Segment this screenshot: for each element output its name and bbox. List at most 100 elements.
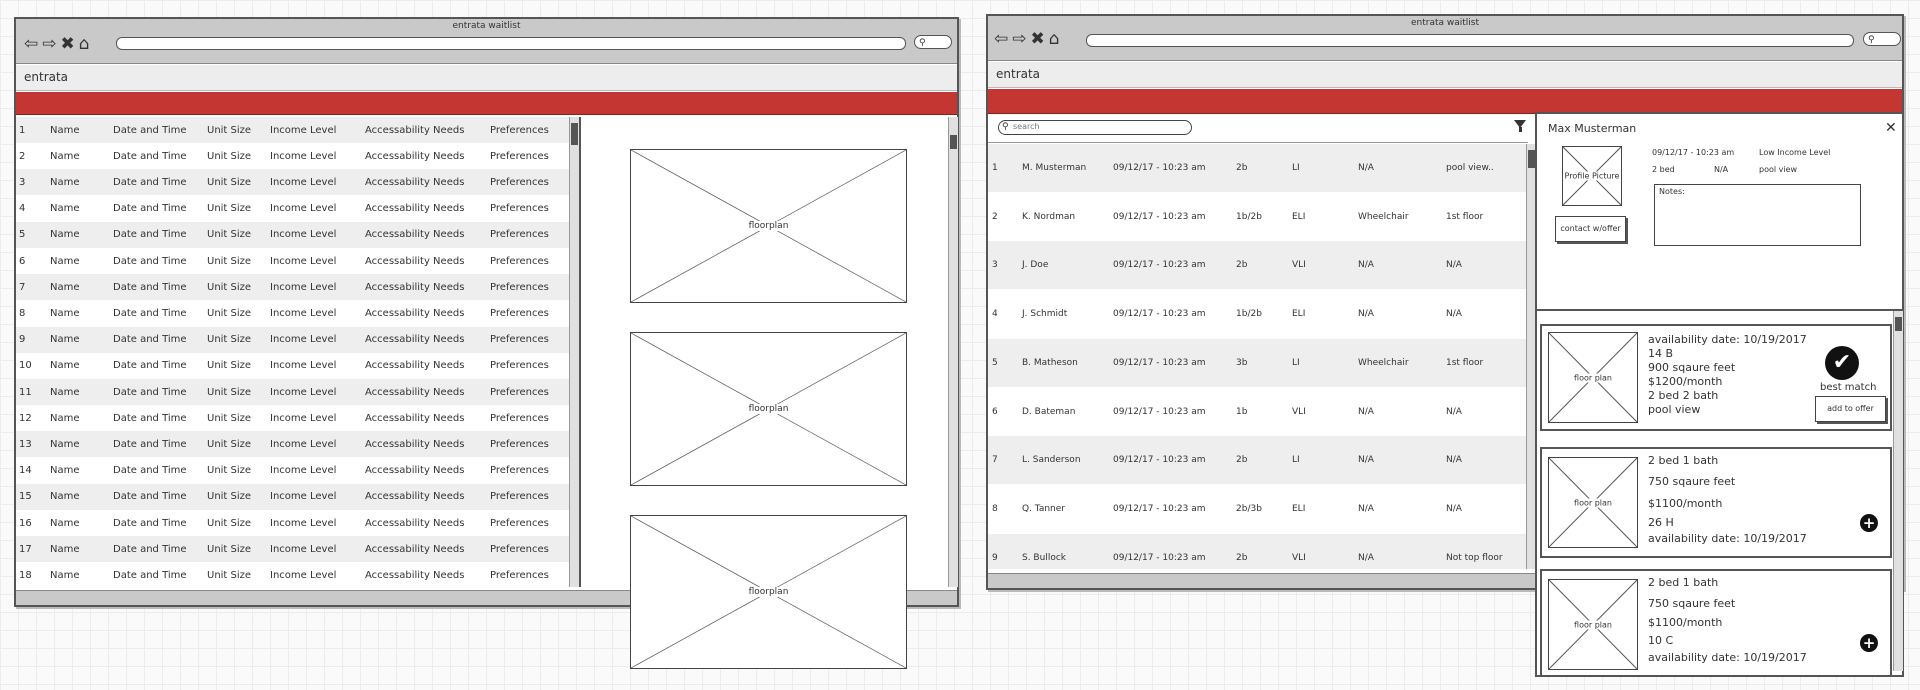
cell-income: VLI [1292,406,1306,417]
best-match-label: best match [1820,382,1877,393]
cell-preferences: Preferences [490,124,549,136]
cell-unit-size: Unit Size [207,124,252,136]
table-row[interactable]: 18 Name Date and Time Unit Size Income Level… [16,562,569,587]
close-icon[interactable]: ✖ [1031,30,1045,48]
add-plus-icon[interactable]: + [1860,634,1878,652]
applicant-row[interactable]: 9 S. Bullock 09/12/17 - 10:23 am 2b VLI N/A No… [988,533,1526,569]
cell-accessability-needs: Accessability Needs [365,465,465,477]
cell-needs: N/A [1358,455,1374,466]
table-row[interactable]: 17 Name Date and Time Unit Size Income Level… [16,536,569,563]
table-row[interactable]: 13 Name Date and Time Unit Size Income Level… [16,431,569,458]
floorplan-scrollbar[interactable] [948,117,958,587]
cell-num: 8 [992,503,998,514]
cell-income: ELI [1292,503,1306,514]
cell-unit: 1b/2b [1236,309,1262,320]
table-row[interactable]: 4 Name Date and Time Unit Size Income Level A… [16,196,569,222]
table-row[interactable]: 3 Name Date and Time Unit Size Income Level A… [16,169,569,196]
table-row[interactable]: 10 Name Date and Time Unit Size Income Level… [16,353,569,379]
applicant-row[interactable]: 6 D. Bateman 09/12/17 - 10:23 am 1b VLI N/A N/… [988,388,1526,436]
detail-bed: 2 bed [1652,165,1675,174]
add-plus-icon[interactable]: + [1860,514,1878,532]
browser-titlebar: entrata waitlist ⇦ ⇨ ✖ ⌂ ⚲ [16,19,957,64]
table-row[interactable]: 14 Name Date and Time Unit Size Income Level… [16,458,569,484]
cell-name: Name [50,412,80,424]
cell-preferences: Preferences [490,307,549,319]
applicant-row[interactable]: 4 J. Schmidt 09/12/17 - 10:23 am 1b/2b ELI N/… [988,290,1526,338]
floorplan-label: floorplan [747,221,790,231]
applicant-row[interactable]: 2 K. Nordman 09/12/17 - 10:23 am 1b/2b ELI Wh… [988,193,1526,241]
cell-num: 7 [992,455,998,466]
unit-card-1[interactable]: floor plan availability date: 10/19/2017… [1540,324,1892,431]
cell-income-level: Income Level [270,203,337,215]
close-icon[interactable]: ✖ [61,35,75,53]
applicant-row[interactable]: 8 Q. Tanner 09/12/17 - 10:23 am 2b/3b ELI N/A… [988,485,1526,533]
table-row[interactable]: 1 Name Date and Time Unit Size Income Level A… [16,117,569,143]
address-bar[interactable] [116,37,906,50]
cell-name: Name [50,203,80,215]
back-icon[interactable]: ⇦ [24,35,38,53]
cell-income: LI [1292,455,1300,466]
address-bar[interactable] [1086,34,1854,47]
cell-pref: 1st floor [1446,357,1484,368]
cell-pref: N/A [1446,455,1462,466]
cell-accessability-needs: Accessability Needs [365,569,465,581]
row-number: 17 [19,543,32,555]
cell-unit: 2b/3b [1236,503,1262,514]
cell-name: Q. Tanner [1022,503,1065,514]
cell-datetime: 09/12/17 - 10:23 am [1113,309,1206,320]
applicant-row[interactable]: 7 L. Sanderson 09/12/17 - 10:23 am 2b LI N/A N… [988,436,1526,485]
notes-field[interactable]: Notes: [1654,184,1861,246]
table-scrollbar[interactable] [569,117,579,587]
table-row[interactable]: 7 Name Date and Time Unit Size Income Level A… [16,274,569,301]
table-row[interactable]: 5 Name Date and Time Unit Size Income Level A… [16,221,569,248]
cell-name: M. Musterman [1022,163,1087,173]
home-icon[interactable]: ⌂ [79,35,90,53]
unit-number: 26 H [1648,516,1674,529]
table-row[interactable]: 15 Name Date and Time Unit Size Income Level… [16,483,569,510]
contact-with-offer-button[interactable]: contact w/offer [1555,216,1626,242]
unit-size: 900 sqaure feet [1648,361,1736,374]
cell-unit-size: Unit Size [207,438,252,450]
cell-income: VLI [1292,260,1306,271]
table-row[interactable]: 9 Name Date and Time Unit Size Income Level A… [16,326,569,353]
home-icon[interactable]: ⌂ [1049,30,1060,48]
forward-icon[interactable]: ⇨ [42,35,56,53]
forward-icon[interactable]: ⇨ [1012,30,1026,48]
row-number: 15 [19,491,32,503]
cell-needs: Wheelchair [1358,357,1409,368]
applicant-row[interactable]: 1 M. Musterman 09/12/17 - 10:23 am 2b LI N/A p… [988,144,1526,192]
browser-search-icon[interactable]: ⚲ [914,35,952,49]
cell-pref: N/A [1446,260,1462,271]
table-row[interactable]: 6 Name Date and Time Unit Size Income Level A… [16,248,569,274]
unit-card-2[interactable]: floor plan 2 bed 1 bath 750 sqaure feet … [1540,447,1892,558]
cell-date-and-time: Date and Time [113,491,187,503]
search-field[interactable]: ⚲ search [998,120,1192,135]
cell-preferences: Preferences [490,255,549,267]
table-row[interactable]: 12 Name Date and Time Unit Size Income Level… [16,405,569,431]
cell-income: ELI [1292,211,1306,222]
close-icon[interactable]: ✕ [1885,120,1897,136]
cell-unit-size: Unit Size [207,334,252,346]
availability-date: availability date: 10/19/2017 [1648,333,1807,346]
back-icon[interactable]: ⇦ [994,30,1008,48]
row-number: 18 [19,569,32,581]
cell-unit-size: Unit Size [207,255,252,267]
availability-date: availability date: 10/19/2017 [1648,651,1807,664]
cell-name: Name [50,491,80,503]
cell-name: D. Bateman [1022,406,1076,417]
unit-card-3[interactable]: floor plan 2 bed 1 bath 750 sqaure feet … [1540,569,1892,677]
applicant-row[interactable]: 5 B. Matheson 09/12/17 - 10:23 am 3b LI Wheel… [988,338,1526,387]
offer-list-scrollbar[interactable] [1893,311,1903,671]
table-row[interactable]: 2 Name Date and Time Unit Size Income Level A… [16,143,569,169]
add-to-offer-button[interactable]: add to offer [1815,396,1886,422]
unit-beds: 2 bed 1 bath [1648,454,1719,467]
browser-search-icon[interactable]: ⚲ [1863,32,1901,46]
cell-accessability-needs: Accessability Needs [365,176,465,188]
applicant-row[interactable]: 3 J. Doe 09/12/17 - 10:23 am 2b VLI N/A N/A [988,241,1526,290]
cell-num: 6 [992,406,998,417]
table-row[interactable]: 8 Name Date and Time Unit Size Income Level A… [16,300,569,326]
applicant-detail-panel: Max Musterman ✕ Profile Picture 09/12/17… [1535,112,1904,677]
cell-income-level: Income Level [270,569,337,581]
table-row[interactable]: 11 Name Date and Time Unit Size Income Level… [16,379,569,405]
table-row[interactable]: 16 Name Date and Time Unit Size Income Level… [16,510,569,536]
